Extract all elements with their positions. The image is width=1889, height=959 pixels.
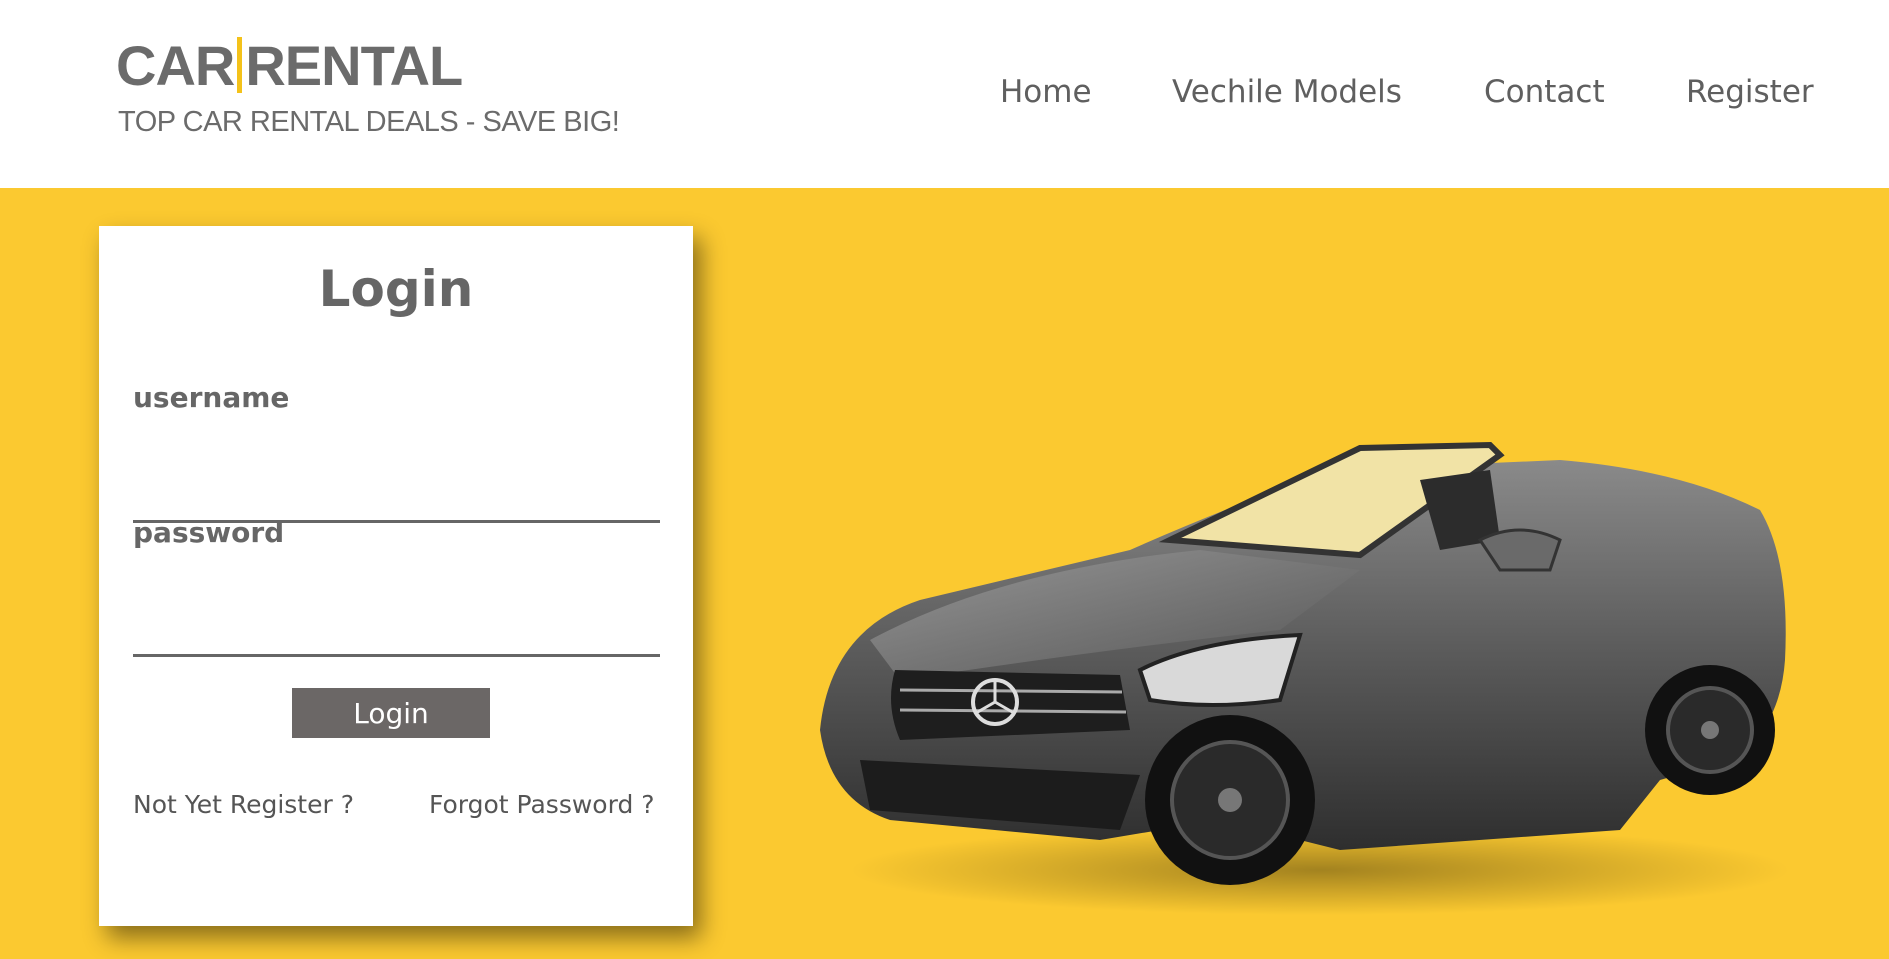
- logo-divider: [237, 37, 243, 93]
- nav-register-link[interactable]: Register: [1686, 70, 1814, 114]
- car-grille: [891, 670, 1130, 740]
- username-label: username: [133, 381, 290, 414]
- logo-tagline: TOP CAR RENTAL DEALS - SAVE BIG!: [118, 106, 620, 138]
- nav-home-link[interactable]: Home: [1000, 70, 1092, 114]
- logo-word-rental: RENTAL: [245, 34, 463, 97]
- site-logo[interactable]: CAR RENTAL TOP CAR RENTAL DEALS - SAVE BI…: [116, 34, 620, 144]
- login-title: Login: [318, 260, 474, 318]
- site-header: CAR RENTAL TOP CAR RENTAL DEALS - SAVE BI…: [0, 0, 1889, 188]
- password-input[interactable]: [133, 608, 660, 657]
- nav-contact-link[interactable]: Contact: [1484, 70, 1605, 114]
- login-card: Login username password Login Not Yet Re…: [99, 226, 693, 926]
- nav-vehicle-models-link[interactable]: Vechile Models: [1172, 70, 1402, 114]
- login-button[interactable]: Login: [292, 688, 490, 738]
- logo-word-car: CAR: [116, 34, 235, 97]
- logo-wordmark: CAR RENTAL: [116, 34, 463, 98]
- not-yet-register-link[interactable]: Not Yet Register ?: [133, 790, 354, 819]
- forgot-password-link[interactable]: Forgot Password ?: [429, 790, 655, 819]
- password-label: password: [133, 516, 285, 549]
- car-image: [820, 441, 1790, 915]
